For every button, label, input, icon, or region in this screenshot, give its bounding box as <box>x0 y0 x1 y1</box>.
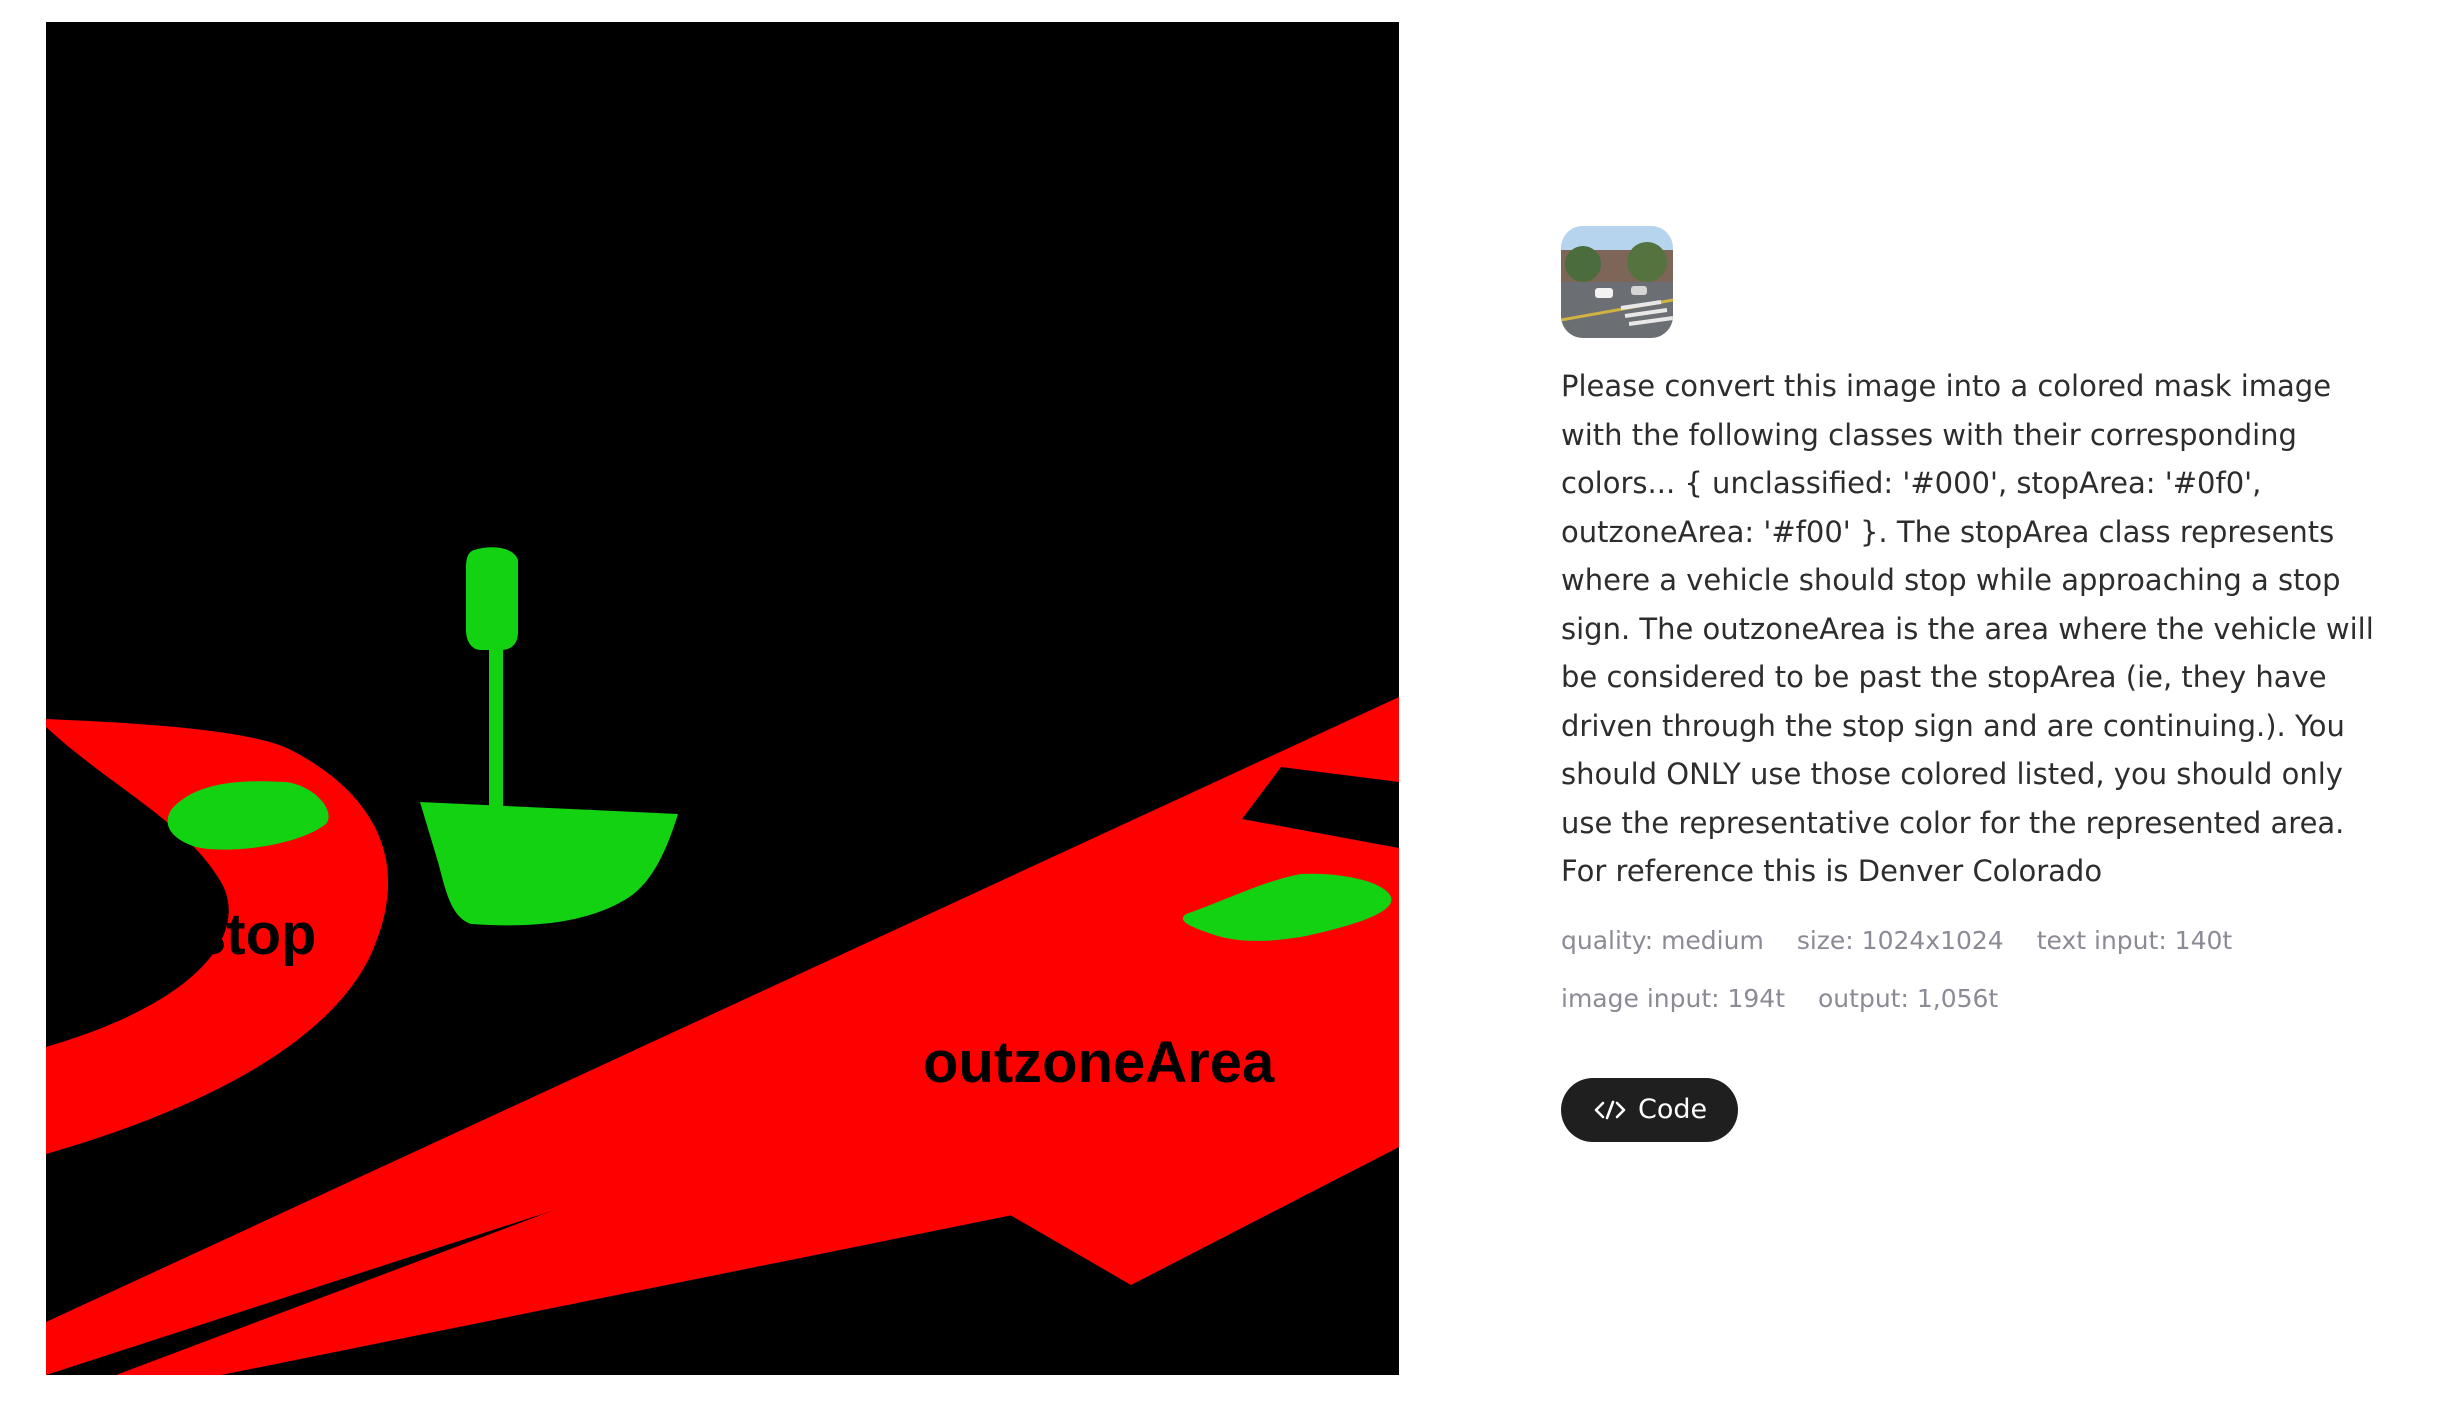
image-input-meta: image input: 194t <box>1561 983 1786 1013</box>
text-input-meta: text input: 140t <box>2036 925 2233 955</box>
quality-meta: quality: medium <box>1561 925 1764 955</box>
mask-drawing: stop outzoneArea <box>46 22 1399 1375</box>
code-button-label: Code <box>1638 1094 1708 1125</box>
output-meta: output: 1,056t <box>1818 983 1999 1013</box>
prompt-text: Please convert this image into a colored… <box>1561 369 2374 888</box>
tree-right <box>1627 242 1667 282</box>
code-button[interactable]: Code <box>1561 1077 1739 1142</box>
tree-left <box>1565 246 1601 282</box>
code-icon <box>1594 1099 1626 1121</box>
stop-area-sign-top <box>466 547 518 650</box>
generated-mask-image: stop outzoneArea <box>46 22 1399 1375</box>
car-gray <box>1631 286 1647 295</box>
size-meta: size: 1024x1024 <box>1796 925 2004 955</box>
message-panel: Please convert this image into a colored… <box>1561 226 2391 1142</box>
page: stop outzoneArea Please convert this ima… <box>0 0 2444 1412</box>
stop-label: stop <box>194 902 316 967</box>
outzone-area-label: outzoneArea <box>923 1030 1275 1095</box>
street-photo-thumbnail[interactable] <box>1561 226 1673 338</box>
generation-metadata: quality: medium size: 1024x1024 text inp… <box>1561 924 2261 1016</box>
street-photo-thumbnail-image <box>1561 226 1673 338</box>
car-white <box>1595 288 1613 298</box>
